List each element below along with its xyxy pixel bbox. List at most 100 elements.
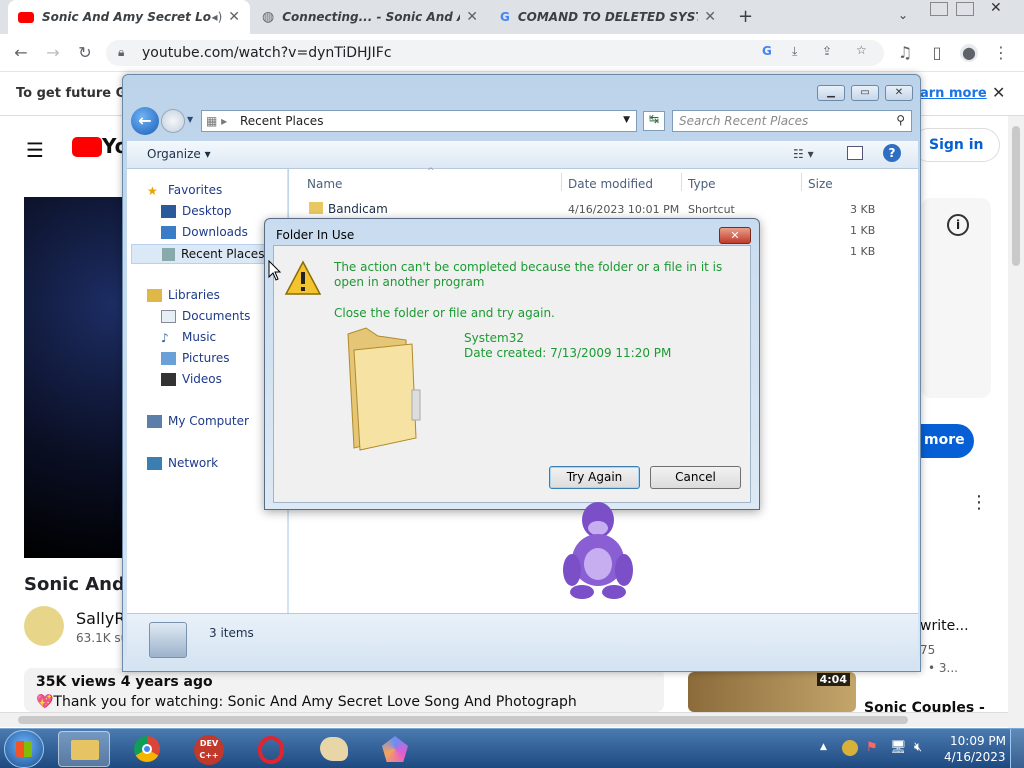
network-tray-icon[interactable]: 🖥︎ [890, 740, 907, 755]
preview-pane-icon[interactable] [847, 146, 863, 160]
profile-icon[interactable]: ● [960, 44, 978, 62]
clock-time[interactable]: 10:09 PM [950, 734, 1006, 748]
explorer-search-input[interactable]: Search Recent Places ⚲ [672, 110, 912, 132]
tray-app-icon[interactable] [842, 740, 858, 756]
organize-button[interactable]: Organize ▾ [147, 147, 211, 161]
explorer-taskbar-button[interactable] [58, 731, 110, 767]
tab-connecting[interactable]: ◍ Connecting... - Sonic And Am ✕ [252, 0, 488, 34]
more-options-icon[interactable]: ⋮ [970, 492, 988, 513]
back-icon[interactable]: ← [12, 44, 30, 62]
back-icon[interactable]: ← [131, 107, 159, 135]
close-window-icon[interactable]: ✕ [990, 0, 1002, 16]
bookmark-star-icon[interactable]: ☆ [856, 43, 867, 57]
vertical-scrollbar[interactable] [1008, 116, 1024, 728]
audio-icon[interactable]: ◂) [212, 10, 223, 24]
try-again-button[interactable]: Try Again [549, 466, 640, 489]
scroll-thumb[interactable] [1012, 126, 1020, 266]
folder-in-use-dialog[interactable]: Folder In Use ✕ The action can't be comp… [264, 218, 760, 510]
tab-youtube[interactable]: Sonic And Amy Secret Lo ◂) ✕ [8, 0, 250, 34]
opera-taskbar-button[interactable] [246, 731, 298, 767]
column-divider[interactable] [561, 173, 562, 191]
breadcrumb[interactable]: Recent Places [240, 114, 323, 128]
nav-downloads[interactable]: Downloads [161, 225, 248, 239]
side-text-2: 75 [920, 643, 936, 657]
nav-favorites[interactable]: ★ Favorites [147, 183, 222, 198]
nav-desktop[interactable]: Desktop [161, 204, 232, 218]
video-stats: 35K views 4 years ago [36, 674, 213, 690]
horizontal-scrollbar[interactable] [0, 712, 1008, 727]
chrome-taskbar-button[interactable] [122, 731, 174, 767]
tab-google[interactable]: G COMAND TO DELETED SYST ✕ [490, 0, 726, 34]
url-text[interactable]: youtube.com/watch?v=dynTiDHJIFc [142, 45, 392, 61]
action-center-icon[interactable]: ⚑ [866, 740, 878, 755]
nav-recent-places[interactable]: Recent Places [131, 244, 281, 264]
tab-search-icon[interactable]: ⌄ [898, 8, 908, 22]
nav-network[interactable]: Network [147, 456, 218, 470]
start-button[interactable] [4, 730, 44, 768]
restore-icon[interactable] [956, 2, 974, 16]
sidepanel-icon[interactable]: ▯ [928, 44, 946, 62]
devcpp-taskbar-button[interactable]: DEV C++ [184, 731, 236, 767]
scroll-thumb[interactable] [18, 716, 908, 724]
column-type[interactable]: Type [688, 177, 716, 191]
learn-more-link[interactable]: arn more [920, 86, 987, 101]
thumbnail-1[interactable]: 4:04 [688, 672, 856, 712]
nav-music[interactable]: ♪ Music [161, 330, 216, 345]
reload-icon[interactable]: ↻ [76, 44, 94, 62]
column-divider[interactable] [681, 173, 682, 191]
refresh-icon[interactable]: ↹ [643, 111, 665, 131]
nav-libraries[interactable]: Libraries [147, 288, 220, 302]
search-icon[interactable]: ⚲ [896, 113, 905, 127]
share-icon[interactable]: ⇪ [822, 44, 832, 58]
channel-name[interactable]: SallyR [76, 609, 125, 628]
show-desktop-button[interactable] [1010, 729, 1024, 768]
table-row[interactable]: Bandicam 4/16/2023 10:01 PM Shortcut 3 K… [289, 199, 889, 219]
nav-my-computer[interactable]: My Computer [147, 414, 249, 428]
column-size[interactable]: Size [808, 177, 833, 191]
hamburger-icon[interactable]: ☰ [26, 138, 44, 162]
lock-icon[interactable]: 🔒︎ [118, 45, 124, 60]
volume-muted-icon[interactable]: 🔇︎ [914, 740, 922, 755]
close-tab-icon[interactable]: ✕ [704, 9, 716, 25]
new-tab-button[interactable]: + [738, 6, 753, 27]
info-icon[interactable]: i [947, 214, 969, 236]
show-hidden-icons[interactable]: ▲ [820, 742, 827, 752]
minimize-icon[interactable]: ▁ [817, 85, 845, 101]
explorer-address-bar[interactable]: ▦ ▸ Recent Places ▼ [201, 110, 637, 132]
close-tab-icon[interactable]: ✕ [228, 9, 240, 25]
video-player[interactable] [24, 197, 124, 558]
address-dropdown-icon[interactable]: ▼ [623, 115, 630, 125]
column-divider[interactable] [801, 173, 802, 191]
signin-button[interactable]: Sign in [912, 128, 1000, 162]
nav-pictures[interactable]: Pictures [161, 351, 230, 365]
clock-date[interactable]: 4/16/2023 [944, 750, 1006, 764]
close-icon[interactable]: ✕ [885, 85, 913, 101]
description-box[interactable]: 35K views 4 years ago 💖Thank you for wat… [24, 668, 664, 712]
purple-gorilla-mascot[interactable] [558, 498, 638, 602]
column-date[interactable]: Date modified [568, 177, 653, 191]
channel-avatar[interactable] [24, 606, 64, 646]
recent-dropdown-icon[interactable]: ▼ [187, 115, 193, 124]
media-icon[interactable]: ♫ [896, 44, 914, 62]
maximize-icon[interactable]: ▭ [851, 85, 879, 101]
row-date: 4/16/2023 10:01 PM [568, 203, 680, 216]
youtube-logo-icon[interactable] [72, 137, 102, 157]
cancel-button[interactable]: Cancel [650, 466, 741, 489]
nav-videos[interactable]: Videos [161, 372, 222, 386]
install-icon[interactable]: ⤓ [792, 44, 797, 59]
column-name[interactable]: Name [307, 177, 342, 191]
google-lens-icon[interactable]: G [762, 44, 772, 58]
views-icon[interactable]: ☷ ▾ [793, 147, 814, 161]
close-info-icon[interactable]: ✕ [992, 83, 1005, 102]
forward-icon[interactable] [161, 109, 185, 133]
menu-icon[interactable]: ⋮ [992, 44, 1010, 62]
nav-documents[interactable]: Documents [161, 309, 250, 323]
minimize-icon[interactable] [930, 2, 948, 16]
close-icon[interactable]: ✕ [719, 227, 751, 244]
forward-icon[interactable]: → [44, 44, 62, 62]
address-bar[interactable]: 🔒︎ youtube.com/watch?v=dynTiDHJIFc G ⤓ ⇪… [106, 40, 884, 66]
paint-taskbar-button[interactable] [308, 731, 360, 767]
help-icon[interactable]: ? [883, 144, 901, 162]
close-tab-icon[interactable]: ✕ [466, 9, 478, 25]
app-taskbar-button[interactable] [370, 731, 422, 767]
